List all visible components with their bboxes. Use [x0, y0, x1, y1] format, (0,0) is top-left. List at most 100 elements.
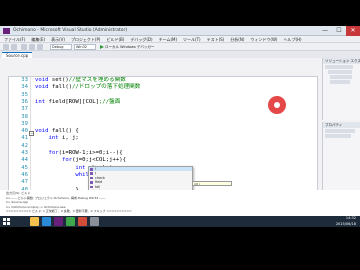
vs-app-icon[interactable]: [54, 217, 63, 226]
play-icon: [100, 45, 104, 49]
code-text: for(i=ROW-1;i>=0;i--){: [35, 150, 123, 157]
output-line: 1>------ ビルド開始: プロジェクト:Ochimono, 構成:Debu…: [6, 195, 106, 200]
record-icon: [268, 96, 286, 114]
identifier-token: fall() {: [48, 128, 79, 135]
screen: Ochimono - Microsoft Visual Studio (Admi…: [0, 0, 360, 270]
code-text: void fall() {: [35, 128, 79, 135]
windows-start-icon[interactable]: [3, 218, 10, 225]
output-line: 1> Source.cpp: [6, 200, 29, 204]
store-app-icon[interactable]: [66, 217, 75, 226]
explorer-app-icon[interactable]: [30, 217, 39, 226]
comment-token: //壁マスを埋める関数: [68, 77, 126, 83]
line-number: 42: [21, 142, 28, 149]
keyword-token: void: [35, 128, 49, 135]
code-line[interactable]: 43 for(i=ROW-1;i>=0;i--){: [9, 150, 317, 157]
toolbar: Debug Win32 ローカル Windows デバッガー: [0, 43, 360, 51]
line-number: 46: [21, 171, 28, 178]
line-number: 38: [21, 113, 28, 120]
forward-icon[interactable]: [11, 44, 17, 50]
visual-studio-window: Ochimono - Microsoft Visual Studio (Admi…: [0, 26, 360, 216]
config-dropdown[interactable]: Debug: [50, 44, 72, 50]
intellisense-item-label: j: [95, 171, 96, 176]
identifier-token: [35, 150, 48, 156]
identifier-token: (i=ROW-1;i>=0;i--){: [58, 150, 123, 156]
code-line[interactable]: 44 for(j=0;j<COL;j++){: [9, 157, 317, 164]
menu-item[interactable]: チーム(M): [159, 36, 177, 43]
identifier-token: [35, 172, 75, 178]
output-line: ========== ビルド: 1 正常終了、0 失敗、0 更新不要、0 スキッ…: [6, 209, 132, 213]
clock[interactable]: 14:32 2015/06/18: [336, 216, 356, 227]
title-bar: Ochimono - Microsoft Visual Studio (Admi…: [0, 26, 360, 36]
identifier-token: [35, 157, 62, 163]
menu-item[interactable]: プロジェクト(P): [71, 36, 101, 43]
ie-app-icon[interactable]: [42, 217, 51, 226]
line-number: 35: [21, 91, 28, 98]
misc-app-icon[interactable]: [90, 217, 99, 226]
menu-item[interactable]: 表示(V): [51, 36, 65, 43]
keyword-token: for: [48, 150, 59, 156]
identifier-token: field[ROW][COL]: [45, 98, 99, 105]
menu-item[interactable]: テスト(S): [207, 36, 225, 43]
save-icon[interactable]: [37, 44, 43, 50]
menu-item[interactable]: 編集(E): [31, 36, 45, 43]
line-number: 33: [21, 77, 28, 83]
code-line[interactable]: 41 int i, j;: [9, 135, 317, 142]
property-row: [325, 129, 355, 133]
output-line: 出力元(S): ビルド: [6, 191, 31, 195]
menu-item[interactable]: ビルド(B): [106, 36, 124, 43]
menu-item[interactable]: ファイル(F): [4, 36, 25, 43]
property-row: [325, 134, 351, 138]
keyword-token: void: [35, 84, 49, 91]
comment-token: //ドロップの落下処理関数: [72, 84, 141, 91]
maximize-button[interactable]: ☐: [332, 26, 346, 36]
code-line[interactable]: 40 void fall() {: [9, 128, 317, 135]
identifier-token: [35, 165, 75, 171]
properties-title: プロパティ: [323, 122, 360, 128]
code-line[interactable]: 39: [9, 121, 317, 128]
tab-source-cpp[interactable]: Source.cpp: [2, 52, 33, 58]
start-debugger-button[interactable]: ローカル Windows デバッガー: [100, 44, 154, 50]
code-line[interactable]: 34 void fall()//ドロップの落下処理関数: [9, 84, 317, 91]
code-line[interactable]: 42: [9, 143, 317, 150]
comment-token: ;//盤面: [99, 98, 121, 105]
menu-item[interactable]: デバッグ(D): [130, 36, 152, 43]
code-text: int i, j;: [35, 135, 79, 142]
line-number: 37: [21, 106, 28, 113]
menu-item[interactable]: 分析(N): [230, 36, 244, 43]
tree-row[interactable]: [328, 70, 352, 74]
solution-explorer[interactable]: ソリューション エクスプローラー: [322, 58, 360, 120]
back-icon[interactable]: [3, 44, 9, 50]
identifier-token: i, j;: [58, 135, 79, 142]
keyword-token: void: [35, 77, 49, 83]
tree-row[interactable]: [330, 75, 352, 79]
keyword-token: int: [75, 164, 86, 171]
tree-row[interactable]: [330, 80, 350, 84]
platform-dropdown[interactable]: Win32: [74, 44, 96, 50]
intellisense-tooltip: int i: [192, 181, 232, 186]
keyword-token: for: [61, 157, 73, 164]
identifier-token: fall(): [48, 84, 73, 91]
open-file-icon[interactable]: [29, 44, 35, 50]
intellisense-item-label: i: [95, 167, 96, 171]
output-log: 出力元(S): ビルド 1>------ ビルド開始: プロジェクト:Ochimo…: [0, 190, 360, 216]
identifier-token: [35, 135, 48, 141]
menu-item[interactable]: ウィンドウ(W): [250, 36, 277, 43]
close-button[interactable]: ✕: [346, 26, 360, 36]
line-number: 43: [21, 150, 28, 156]
collapse-icon[interactable]: −: [29, 131, 34, 136]
code-text: int field[ROW][COL];//盤面: [35, 99, 120, 106]
variable-icon: [90, 168, 93, 171]
minimize-button[interactable]: —: [318, 26, 332, 36]
output-line: 1> Ochimono.vcxproj -> Ochimono.exe: [6, 204, 66, 209]
taskbar: 14:32 2015/06/18: [0, 216, 360, 227]
tree-row[interactable]: [325, 65, 353, 69]
variable-icon: [90, 176, 93, 180]
menu-item[interactable]: ツール(T): [183, 36, 201, 43]
line-number: 34: [21, 84, 28, 91]
identifier-token: set(): [48, 77, 69, 83]
code-line[interactable]: 38: [9, 114, 317, 121]
line-number: 44: [21, 157, 28, 164]
new-file-icon[interactable]: [21, 44, 27, 50]
media-app-icon[interactable]: [78, 217, 87, 226]
menu-item[interactable]: ヘルプ(H): [283, 36, 301, 43]
